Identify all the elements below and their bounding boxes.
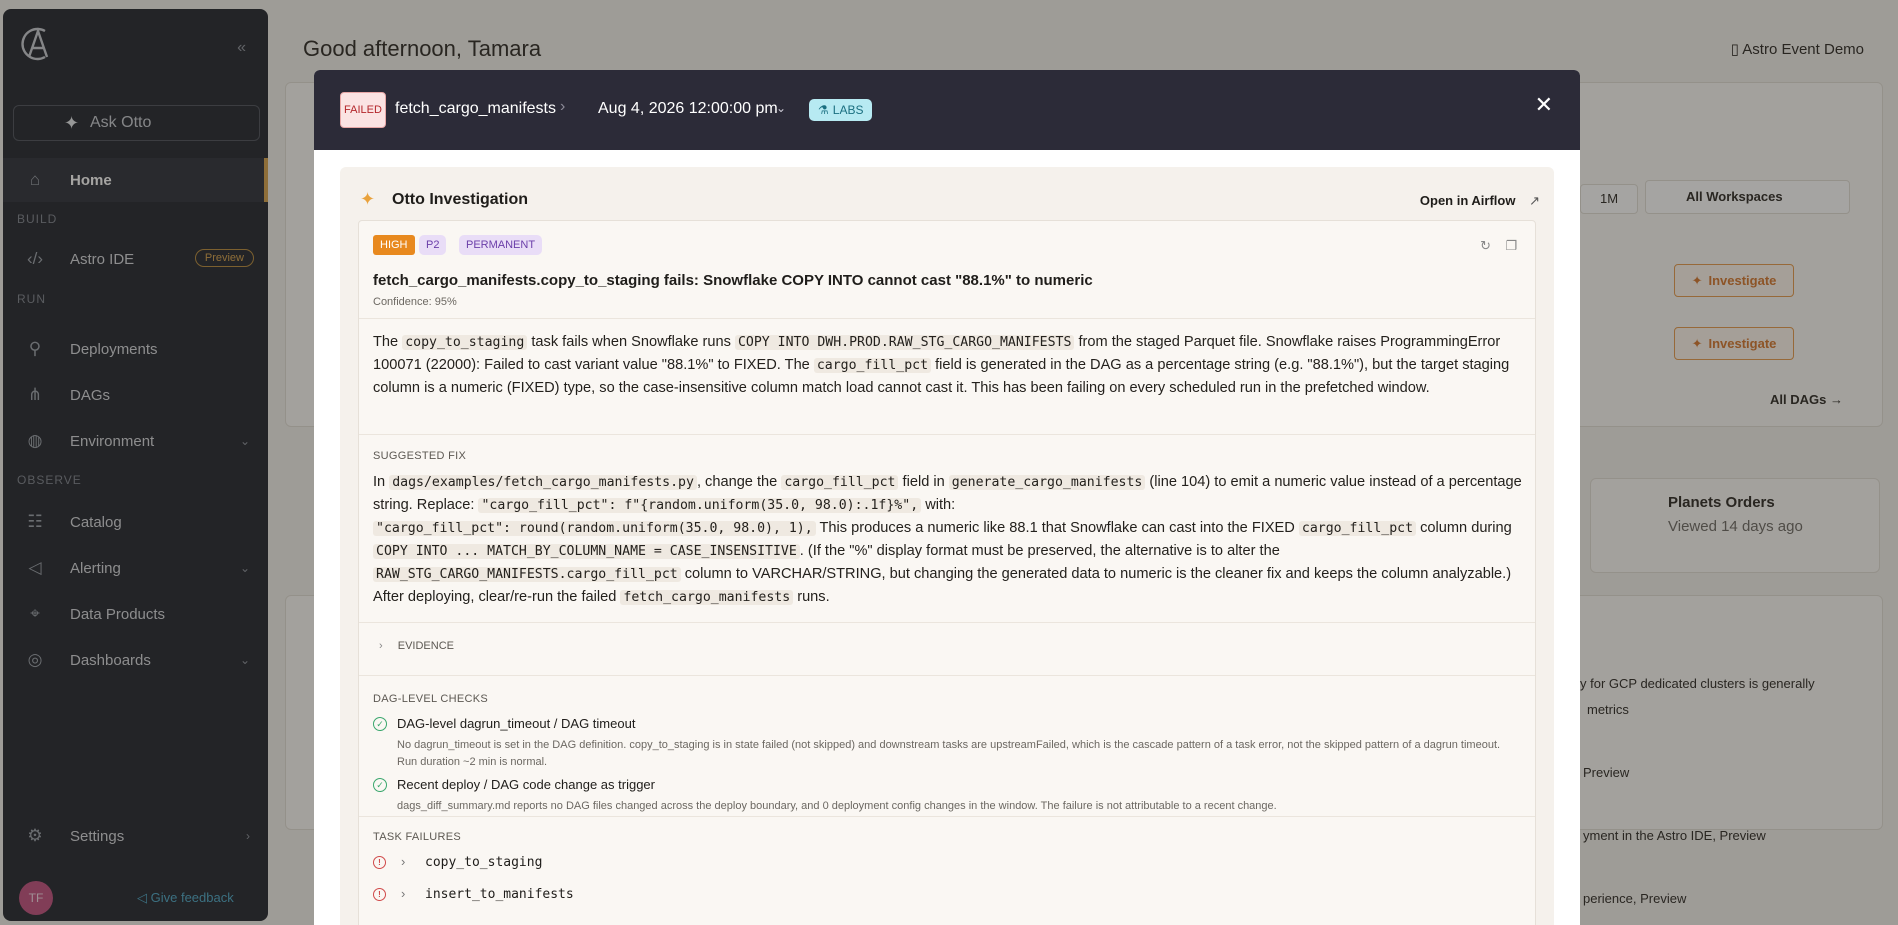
inline-code: generate_cargo_manifests (948, 475, 1146, 490)
external-link-icon: ↗ (1529, 193, 1540, 208)
refresh-icon[interactable]: ↻ (1480, 238, 1491, 254)
check-title: Recent deploy / DAG code change as trigg… (397, 777, 655, 792)
divider (359, 816, 1535, 817)
error-icon: ! (373, 888, 386, 901)
evidence-label: EVIDENCE (397, 640, 454, 652)
dag-level-checks-label: DAG-LEVEL CHECKS (373, 693, 489, 705)
check-circle-icon: ✓ (373, 717, 387, 731)
check-circle-icon: ✓ (373, 778, 387, 792)
error-icon: ! (373, 856, 386, 869)
otto-sparkle-icon: ✦ (360, 189, 376, 209)
run-date-select[interactable]: Aug 4, 2026 12:00:00 pm (598, 100, 778, 118)
status-badge: FAILED (340, 92, 386, 128)
dag-id[interactable]: fetch_cargo_manifests (395, 100, 556, 118)
investigation-modal: FAILED fetch_cargo_manifests › Aug 4, 20… (314, 70, 1580, 925)
chevron-right-icon: › (379, 640, 383, 652)
divider (359, 434, 1535, 435)
task-failure-row[interactable]: ! › copy_to_staging (373, 853, 773, 873)
priority-tag: P2 (419, 235, 447, 255)
severity-tag: HIGH (373, 235, 415, 255)
confidence-value: Confidence: 95% (373, 296, 457, 308)
kind-tag: PERMANENT (459, 235, 543, 255)
inline-code: dags/examples/fetch_cargo_manifests.py (389, 475, 697, 490)
copy-icon[interactable]: ❐ (1505, 238, 1517, 254)
open-in-airflow-label: Open in Airflow (1419, 193, 1516, 208)
labs-badge: ⚗ LABS (809, 99, 873, 121)
chevron-down-icon[interactable]: ⌄ (776, 101, 786, 115)
text-run: In (373, 474, 390, 490)
otto-investigation-panel: ✦ Otto Investigation Open in Airflow ↗ H… (340, 167, 1554, 925)
chevron-right-icon: › (560, 98, 566, 115)
inline-code: cargo_fill_pct (813, 358, 932, 373)
modal-header: FAILED fetch_cargo_manifests › Aug 4, 20… (314, 70, 1580, 150)
task-name: insert_to_manifests (425, 887, 574, 902)
check-title: DAG-level dagrun_timeout / DAG timeout (397, 716, 636, 731)
inline-code: fetch_cargo_manifests (620, 590, 794, 605)
close-icon[interactable]: ✕ (1535, 92, 1553, 118)
inline-code: RAW_STG_CARGO_MANIFESTS.cargo_fill_pct (373, 567, 681, 582)
inline-code: "cargo_fill_pct": f"{random.uniform(35.0… (478, 498, 922, 513)
inline-code: cargo_fill_pct (781, 475, 899, 490)
check-description: No dagrun_timeout is set in the DAG defi… (397, 739, 1501, 768)
divider (359, 622, 1535, 623)
text-run: , change the (696, 474, 782, 490)
inline-code: COPY INTO DWH.PROD.RAW_STG_CARGO_MANIFES… (734, 335, 1075, 350)
chevron-right-icon: › (401, 886, 406, 901)
chevron-right-icon: › (401, 854, 406, 869)
text-run: column during (1416, 520, 1512, 536)
text-run: This produces a numeric like 88.1 that S… (815, 520, 1299, 536)
inline-code: "cargo_fill_pct": round(random.uniform(3… (373, 521, 816, 536)
flask-icon: ⚗ (818, 103, 829, 117)
labs-label: LABS (832, 103, 864, 117)
suggested-fix-paragraph: In dags/examples/fetch_cargo_manifests.p… (373, 471, 1523, 609)
task-failures-label: TASK FAILURES (373, 831, 462, 843)
suggested-fix-label: SUGGESTED FIX (373, 450, 467, 462)
divider (359, 675, 1535, 676)
text-run: field in (898, 474, 949, 490)
task-failure-row[interactable]: ! › insert_to_manifests (373, 885, 773, 905)
summary-paragraph: The copy_to_staging task fails when Snow… (373, 331, 1523, 399)
task-name: copy_to_staging (425, 855, 543, 870)
finding-title: fetch_cargo_manifests.copy_to_staging fa… (373, 272, 1093, 289)
inline-code: COPY INTO ... MATCH_BY_COLUMN_NAME = CAS… (373, 544, 800, 559)
finding-card: HIGH P2 PERMANENT ↻ ❐ fetch_cargo_manife… (358, 220, 1536, 925)
divider (359, 318, 1535, 319)
text-run: task fails when Snowflake runs (527, 334, 735, 350)
panel-title: Otto Investigation (392, 191, 528, 208)
text-run: with: (921, 497, 956, 513)
inline-code: copy_to_staging (402, 335, 528, 350)
open-in-airflow-link[interactable]: Open in Airflow ↗ (1420, 193, 1540, 209)
text-run: runs. (793, 589, 830, 605)
check-description: dags_diff_summary.md reports no DAG file… (397, 800, 1277, 812)
text-run: . (If the "%" display format must be pre… (799, 543, 1280, 559)
evidence-toggle[interactable]: › EVIDENCE (379, 640, 454, 652)
text-run: The (373, 334, 403, 350)
inline-code: cargo_fill_pct (1298, 521, 1417, 536)
